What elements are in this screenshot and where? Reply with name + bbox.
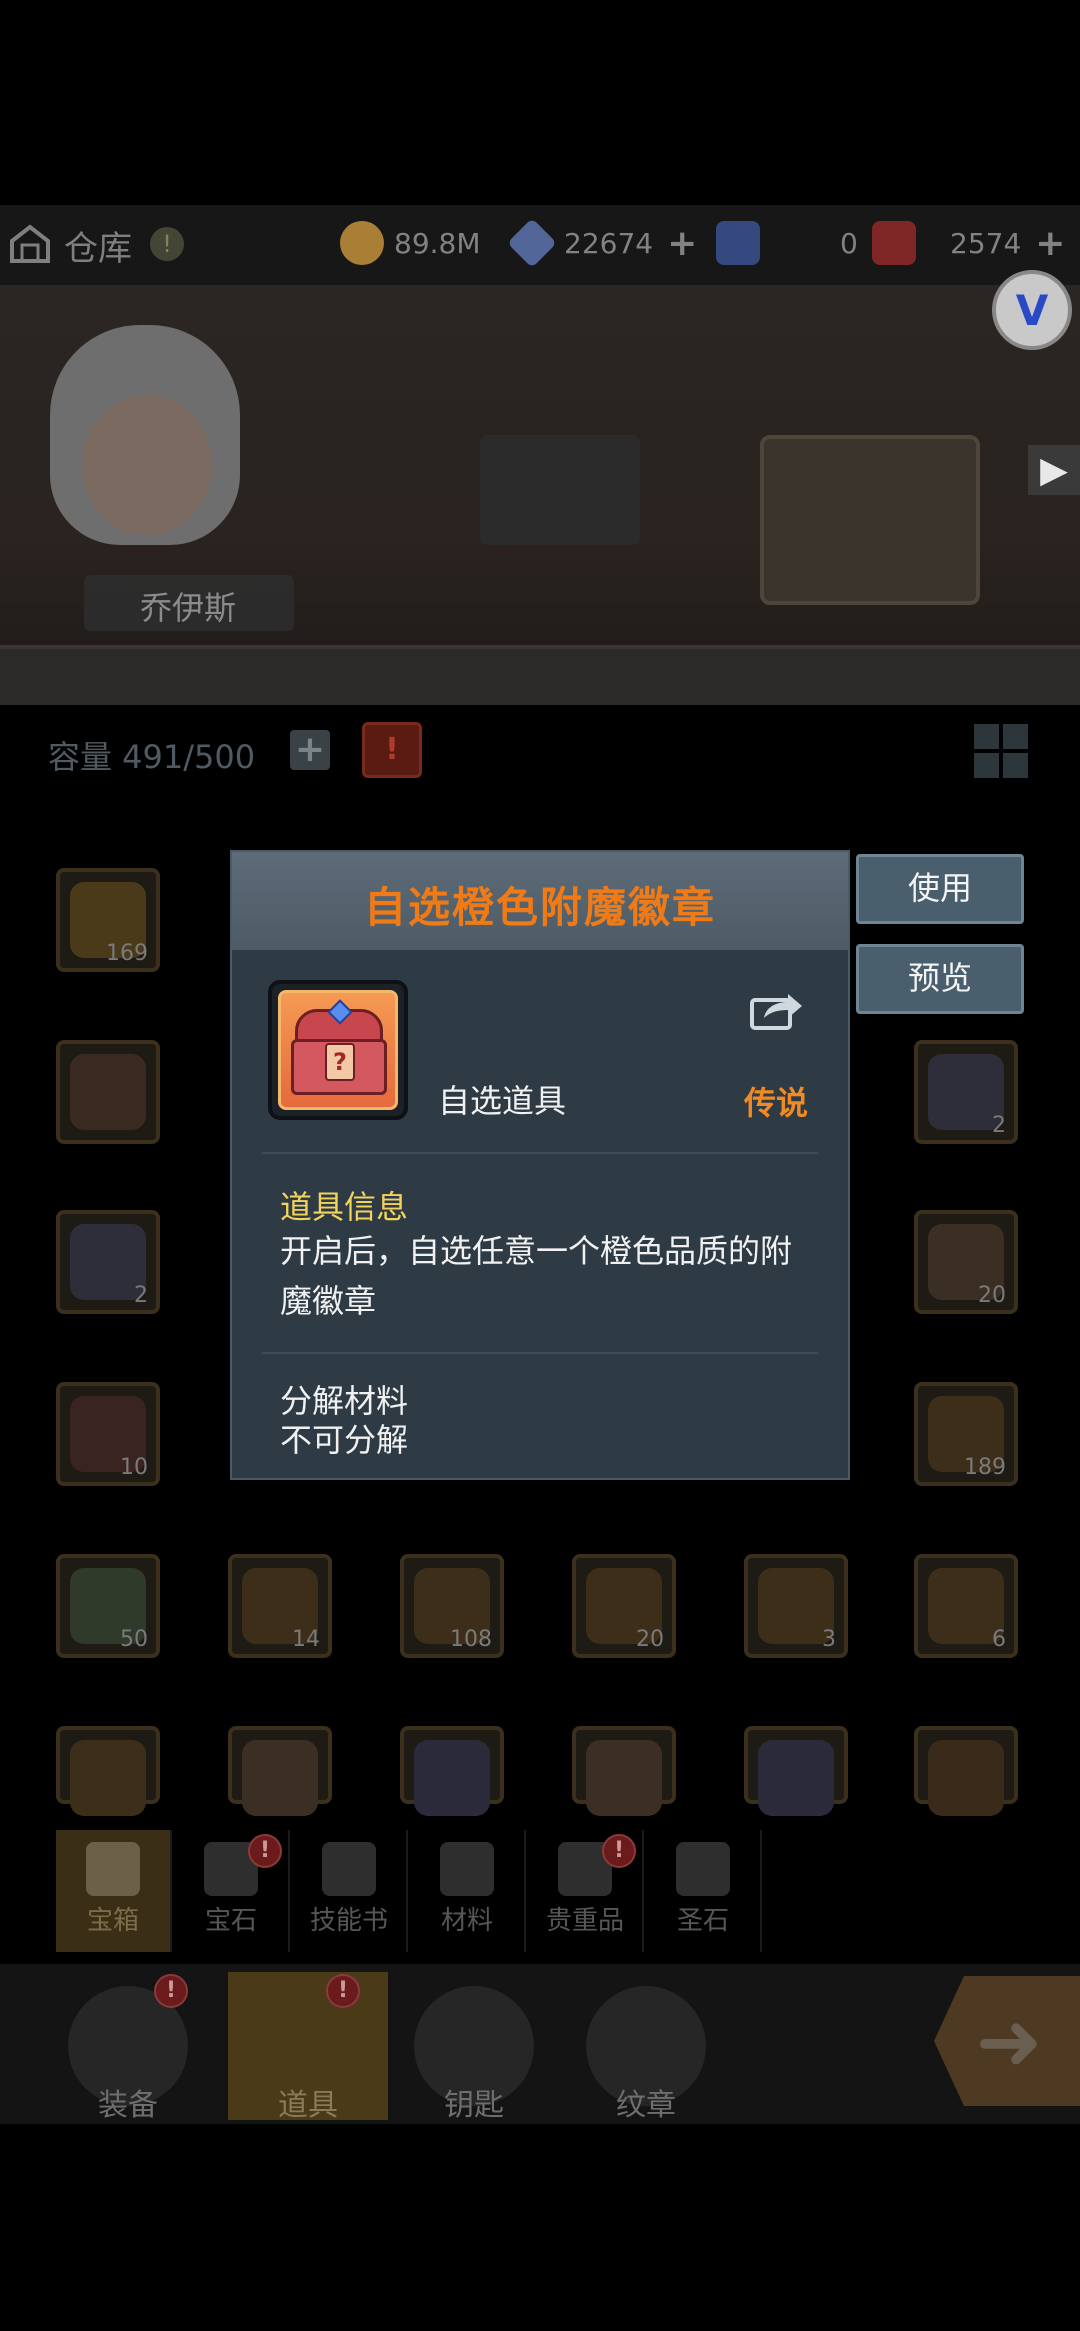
item-slot[interactable] xyxy=(744,1726,848,1816)
forward-arrow-icon[interactable]: ➜ xyxy=(934,1976,1080,2106)
resource-crystal-value: 22674 xyxy=(564,226,654,260)
notification-badge: ! xyxy=(154,1974,188,2008)
item-slot[interactable]: 14 xyxy=(228,1554,332,1658)
top-resource-bar: 仓库 ! 89.8M 22674 + 0 2574 + xyxy=(0,205,1080,285)
tab-chest[interactable]: 宝箱 xyxy=(56,1830,172,1952)
capacity-label: 容量 491/500 xyxy=(48,738,256,776)
nav-emblems[interactable]: 纹章 xyxy=(566,1972,726,2123)
resource-gold-value: 89.8M xyxy=(394,226,481,260)
notification-badge: ! xyxy=(248,1834,282,1868)
hero-name: 乔伊斯 xyxy=(140,589,237,627)
v-badge-icon[interactable]: V xyxy=(992,270,1072,350)
item-slot[interactable]: 2 xyxy=(56,1210,160,1314)
material-text: 不可分解 xyxy=(280,1421,409,1459)
play-arrow-icon[interactable]: ▶ xyxy=(1028,445,1080,495)
material-title: 分解材料 xyxy=(280,1382,409,1420)
add-capacity-button[interactable]: + xyxy=(290,730,330,770)
divider xyxy=(262,1352,818,1354)
item-slot[interactable] xyxy=(228,1726,332,1816)
item-slot[interactable] xyxy=(56,1040,160,1144)
tab-skill-book[interactable]: 技能书 xyxy=(292,1830,408,1952)
notification-badge: ! xyxy=(602,1834,636,1868)
item-slot[interactable]: 169 xyxy=(56,868,160,972)
nav-items[interactable]: 道具 xyxy=(228,1972,388,2123)
item-type: 自选道具 xyxy=(438,1082,567,1120)
warehouse-icon[interactable] xyxy=(8,221,52,265)
item-slot[interactable]: 10 xyxy=(56,1382,160,1486)
item-title: 自选橙色附魔徽章 xyxy=(363,883,716,932)
resource-ticket-red-value: 2574 xyxy=(950,226,1022,260)
material-icon xyxy=(440,1842,494,1896)
red-ticket-icon xyxy=(872,221,916,265)
resource-ticket-red: 2574 + xyxy=(872,219,1065,267)
warehouse-scene: 乔伊斯 xyxy=(0,285,1080,705)
treasure-chest xyxy=(760,435,980,605)
popup-header: 自选橙色附魔徽章 xyxy=(232,852,848,950)
item-detail-popup: 自选橙色附魔徽章 ? 自选道具 传说 道具信息 开启后，自选任意一个橙色品质的附… xyxy=(230,850,850,1480)
item-slot[interactable]: 108 xyxy=(400,1554,504,1658)
item-slot[interactable]: 6 xyxy=(914,1554,1018,1658)
gold-coin-icon xyxy=(340,221,384,265)
book-icon xyxy=(322,1842,376,1896)
item-slot[interactable]: 50 xyxy=(56,1554,160,1658)
info-title: 道具信息 xyxy=(280,1188,409,1226)
item-slot[interactable] xyxy=(400,1726,504,1816)
nav-keys[interactable]: 钥匙 xyxy=(394,1972,554,2123)
tab-holy-stone[interactable]: 圣石 xyxy=(646,1830,762,1952)
category-tabs: 宝箱 宝石 ! 技能书 材料 贵重品 ! 圣石 xyxy=(0,1820,1080,1960)
item-icon-frame: ? xyxy=(268,980,408,1120)
resource-crystal: 22674 + xyxy=(507,218,697,268)
hero-portrait xyxy=(82,395,212,535)
resource-ticket-blue: 0 xyxy=(716,219,858,267)
holy-stone-icon xyxy=(676,1842,730,1896)
bag-alert-icon[interactable]: ! xyxy=(362,722,422,778)
crystal-icon xyxy=(507,218,557,268)
closed-chest xyxy=(480,435,640,545)
item-slot[interactable]: 189 xyxy=(914,1382,1018,1486)
info-text: 开启后，自选任意一个橙色品质的附魔徽章 xyxy=(280,1232,793,1320)
grid-view-icon[interactable] xyxy=(974,724,1028,778)
item-slot[interactable] xyxy=(914,1726,1018,1816)
resource-ticket-blue-value: 0 xyxy=(840,226,858,260)
tab-material[interactable]: 材料 xyxy=(410,1830,526,1952)
info-alert-icon[interactable]: ! xyxy=(150,227,184,261)
share-icon[interactable] xyxy=(748,986,804,1032)
add-ticket-button[interactable]: + xyxy=(1035,223,1065,264)
resource-gold: 89.8M xyxy=(340,219,481,267)
add-crystal-button[interactable]: + xyxy=(667,223,697,264)
item-slot[interactable]: 2 xyxy=(914,1040,1018,1144)
item-rarity: 传说 xyxy=(744,1084,809,1122)
item-slot[interactable] xyxy=(56,1726,160,1816)
shelf-divider xyxy=(0,645,1080,705)
bottom-nav: 装备 ! 道具 ! 钥匙 纹章 xyxy=(0,1964,1080,2124)
item-slot[interactable]: 20 xyxy=(914,1210,1018,1314)
mystery-chest-icon: ? xyxy=(278,990,398,1110)
item-slot[interactable] xyxy=(572,1726,676,1816)
notification-badge: ! xyxy=(326,1974,360,2008)
use-button[interactable]: 使用 xyxy=(856,854,1024,924)
page-title: 仓库 xyxy=(64,229,132,269)
chest-icon xyxy=(86,1842,140,1896)
preview-button[interactable]: 预览 xyxy=(856,944,1024,1014)
blue-ticket-icon xyxy=(716,221,760,265)
item-slot[interactable]: 20 xyxy=(572,1554,676,1658)
item-slot[interactable]: 3 xyxy=(744,1554,848,1658)
divider xyxy=(262,1152,818,1154)
